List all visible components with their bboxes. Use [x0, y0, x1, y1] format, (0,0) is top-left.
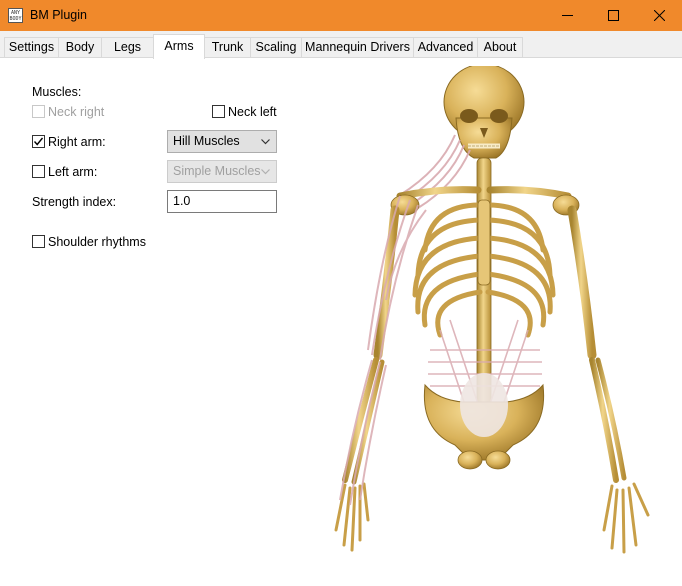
shoulder-rhythms-label: Shoulder rhythms: [48, 235, 146, 249]
muscles-heading: Muscles:: [32, 85, 82, 99]
left-arm-muscle-select[interactable]: Simple Muscles: [167, 160, 277, 183]
left-arm-bones: [552, 194, 650, 554]
tab-trunk[interactable]: Trunk: [204, 37, 251, 58]
right-arm-muscle-select[interactable]: Hill Muscles: [167, 130, 277, 153]
chevron-down-icon: [261, 139, 270, 145]
anybody-app-icon: ANY BODY: [8, 8, 23, 23]
close-button[interactable]: [636, 0, 682, 31]
neck-right-checkbox[interactable]: [32, 105, 45, 118]
tab-about[interactable]: About: [477, 37, 523, 58]
left-arm-selected-value: Simple Muscles: [173, 164, 261, 178]
neck-left-checkbox[interactable]: [212, 105, 225, 118]
tab-advanced[interactable]: Advanced: [413, 37, 478, 58]
chevron-down-icon: [261, 169, 270, 175]
close-icon: [653, 10, 665, 21]
title-bar[interactable]: ANY BODY BM Plugin: [0, 0, 682, 31]
strength-index-input[interactable]: 1.0: [167, 190, 277, 213]
minimize-button[interactable]: [544, 0, 590, 31]
tab-strip: Settings Body Legs Arms Trunk Scaling Ma…: [0, 31, 682, 59]
tab-arms[interactable]: Arms: [153, 34, 205, 59]
maximize-button[interactable]: [590, 0, 636, 31]
tab-body[interactable]: Body: [58, 37, 102, 58]
neck-right-label: Neck right: [48, 105, 105, 119]
minimize-icon: [561, 15, 573, 16]
tab-scaling[interactable]: Scaling: [250, 37, 302, 58]
left-arm-label: Left arm:: [48, 165, 98, 179]
strength-index-label: Strength index:: [32, 195, 117, 209]
tab-settings[interactable]: Settings: [4, 37, 59, 58]
shoulder-rhythms-checkbox[interactable]: [32, 235, 45, 248]
right-arm-selected-value: Hill Muscles: [173, 134, 240, 148]
skeleton-illustration: [334, 66, 650, 554]
tab-mannequin-drivers[interactable]: Mannequin Drivers: [301, 37, 414, 58]
maximize-icon: [607, 10, 619, 21]
checkmark-icon: [34, 137, 43, 146]
tab-legs[interactable]: Legs: [101, 37, 154, 58]
tab-divider: [0, 57, 682, 58]
skull: [443, 66, 525, 159]
pelvis: [423, 373, 545, 470]
right-arm-checkbox[interactable]: [32, 135, 45, 148]
right-arm-label: Right arm:: [48, 135, 106, 149]
window-title: BM Plugin: [30, 8, 87, 22]
left-arm-checkbox[interactable]: [32, 165, 45, 178]
neck-left-label: Neck left: [228, 105, 277, 119]
